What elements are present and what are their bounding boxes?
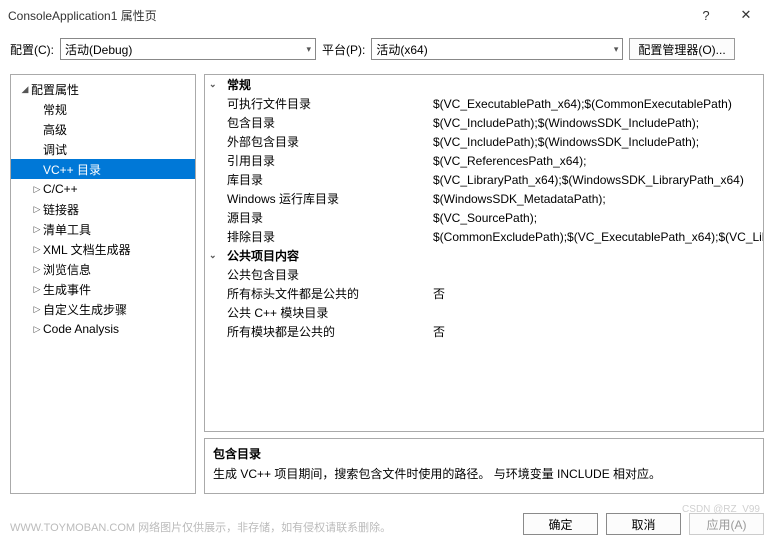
tree-item-label: 浏览信息 (43, 261, 91, 278)
expander-icon[interactable]: ▷ (31, 304, 43, 315)
property-label: 引用目录 (223, 152, 433, 169)
property-value[interactable]: 否 (433, 285, 763, 302)
property-row[interactable]: 库目录$(VC_LibraryPath_x64);$(WindowsSDK_Li… (205, 170, 763, 189)
tree-item[interactable]: VC++ 目录 (11, 159, 195, 179)
property-row[interactable]: 公共包含目录 (205, 265, 763, 284)
expander-icon[interactable]: ▷ (31, 244, 43, 255)
tree-item[interactable]: ▷Code Analysis (11, 319, 195, 339)
section-name: 公共项目内容 (223, 247, 433, 264)
tree-item[interactable]: ▷链接器 (11, 199, 195, 219)
cancel-button[interactable]: 取消 (606, 513, 681, 535)
property-value[interactable]: $(VC_IncludePath);$(WindowsSDK_IncludePa… (433, 135, 763, 149)
apply-button[interactable]: 应用(A) (689, 513, 764, 535)
property-row[interactable]: 公共 C++ 模块目录 (205, 303, 763, 322)
titlebar: ConsoleApplication1 属性页 ? ✕ (0, 0, 774, 30)
tree-item-label: 自定义生成步骤 (43, 301, 127, 318)
property-label: 外部包含目录 (223, 133, 433, 150)
close-button[interactable]: ✕ (726, 7, 766, 23)
expander-icon[interactable]: ▷ (31, 204, 43, 215)
tree-item[interactable]: 常规 (11, 99, 195, 119)
property-label: 排除目录 (223, 228, 433, 245)
watermark: WWW.TOYMOBAN.COM 网络图片仅供展示，非存储，如有侵权请联系删除。 (10, 519, 391, 535)
property-row[interactable]: 排除目录$(CommonExcludePath);$(VC_Executable… (205, 227, 763, 246)
tree-root[interactable]: ◢ 配置属性 (11, 79, 195, 99)
expander-icon[interactable]: ▷ (31, 324, 43, 335)
expander-icon[interactable]: ⌄ (209, 250, 223, 261)
grid-section-header[interactable]: ⌄常规 (205, 75, 763, 94)
platform-label: 平台(P): (322, 41, 365, 58)
property-row[interactable]: Windows 运行库目录$(WindowsSDK_MetadataPath); (205, 189, 763, 208)
tree-item-label: 清单工具 (43, 221, 91, 238)
config-value: 活动(Debug) (65, 41, 132, 58)
tree-item[interactable]: ▷C/C++ (11, 179, 195, 199)
tree-item[interactable]: ▷清单工具 (11, 219, 195, 239)
platform-dropdown[interactable]: 活动(x64) ▾ (371, 38, 623, 60)
property-row[interactable]: 引用目录$(VC_ReferencesPath_x64); (205, 151, 763, 170)
tree-item-label: C/C++ (43, 182, 78, 196)
property-value[interactable]: $(VC_ExecutablePath_x64);$(CommonExecuta… (433, 97, 763, 111)
property-row[interactable]: 包含目录$(VC_IncludePath);$(WindowsSDK_Inclu… (205, 113, 763, 132)
property-label: Windows 运行库目录 (223, 190, 433, 207)
property-label: 公共 C++ 模块目录 (223, 304, 433, 321)
tree-item-label: 链接器 (43, 201, 79, 218)
property-value[interactable]: 否 (433, 323, 763, 340)
property-row[interactable]: 外部包含目录$(VC_IncludePath);$(WindowsSDK_Inc… (205, 132, 763, 151)
tree-item[interactable]: 调试 (11, 139, 195, 159)
property-label: 包含目录 (223, 114, 433, 131)
config-label: 配置(C): (10, 41, 54, 58)
property-grid[interactable]: ⌄常规可执行文件目录$(VC_ExecutablePath_x64);$(Com… (204, 74, 764, 432)
property-row[interactable]: 可执行文件目录$(VC_ExecutablePath_x64);$(Common… (205, 94, 763, 113)
property-row[interactable]: 所有标头文件都是公共的否 (205, 284, 763, 303)
help-button[interactable]: ? (686, 8, 726, 23)
expander-icon[interactable]: ◢ (19, 84, 31, 95)
property-label: 所有标头文件都是公共的 (223, 285, 433, 302)
expander-icon[interactable]: ⌄ (209, 79, 223, 90)
expander-icon[interactable]: ▷ (31, 284, 43, 295)
section-name: 常规 (223, 76, 433, 93)
property-label: 源目录 (223, 209, 433, 226)
chevron-down-icon: ▾ (306, 44, 311, 55)
tree-item[interactable]: ▷XML 文档生成器 (11, 239, 195, 259)
tree-item-label: 生成事件 (43, 281, 91, 298)
tree-item[interactable]: ▷自定义生成步骤 (11, 299, 195, 319)
tree-item-label: 调试 (43, 141, 67, 158)
nav-tree[interactable]: ◢ 配置属性 常规高级调试VC++ 目录▷C/C++▷链接器▷清单工具▷XML … (10, 74, 196, 494)
property-label: 可执行文件目录 (223, 95, 433, 112)
property-value[interactable]: $(VC_LibraryPath_x64);$(WindowsSDK_Libra… (433, 173, 763, 187)
property-label: 所有模块都是公共的 (223, 323, 433, 340)
config-row: 配置(C): 活动(Debug) ▾ 平台(P): 活动(x64) ▾ 配置管理… (0, 30, 774, 74)
property-label: 库目录 (223, 171, 433, 188)
tree-item-label: 高级 (43, 121, 67, 138)
tree-item-label: XML 文档生成器 (43, 241, 131, 258)
description-text: 生成 VC++ 项目期间，搜索包含文件时使用的路径。 与环境变量 INCLUDE… (213, 465, 755, 482)
property-row[interactable]: 所有模块都是公共的否 (205, 322, 763, 341)
property-value[interactable]: $(VC_ReferencesPath_x64); (433, 154, 763, 168)
config-dropdown[interactable]: 活动(Debug) ▾ (60, 38, 316, 60)
expander-icon[interactable]: ▷ (31, 264, 43, 275)
platform-value: 活动(x64) (376, 41, 427, 58)
tree-item-label: 常规 (43, 101, 67, 118)
tree-item[interactable]: ▷浏览信息 (11, 259, 195, 279)
property-value[interactable]: $(WindowsSDK_MetadataPath); (433, 192, 763, 206)
description-title: 包含目录 (213, 445, 755, 462)
expander-icon[interactable]: ▷ (31, 224, 43, 235)
tree-item[interactable]: ▷生成事件 (11, 279, 195, 299)
property-value[interactable]: $(CommonExcludePath);$(VC_ExecutablePath… (433, 230, 763, 244)
tree-item-label: Code Analysis (43, 322, 119, 336)
config-manager-button[interactable]: 配置管理器(O)... (629, 38, 734, 60)
property-row[interactable]: 源目录$(VC_SourcePath); (205, 208, 763, 227)
grid-section-header[interactable]: ⌄公共项目内容 (205, 246, 763, 265)
property-label: 公共包含目录 (223, 266, 433, 283)
description-panel: 包含目录 生成 VC++ 项目期间，搜索包含文件时使用的路径。 与环境变量 IN… (204, 438, 764, 494)
expander-icon[interactable]: ▷ (31, 184, 43, 195)
tree-item-label: VC++ 目录 (43, 161, 101, 178)
property-value[interactable]: $(VC_IncludePath);$(WindowsSDK_IncludePa… (433, 116, 763, 130)
tree-item[interactable]: 高级 (11, 119, 195, 139)
chevron-down-icon: ▾ (614, 44, 619, 55)
ok-button[interactable]: 确定 (523, 513, 598, 535)
dialog-buttons: 确定 取消 应用(A) (523, 513, 764, 535)
property-value[interactable]: $(VC_SourcePath); (433, 211, 763, 225)
window-title: ConsoleApplication1 属性页 (8, 7, 686, 24)
